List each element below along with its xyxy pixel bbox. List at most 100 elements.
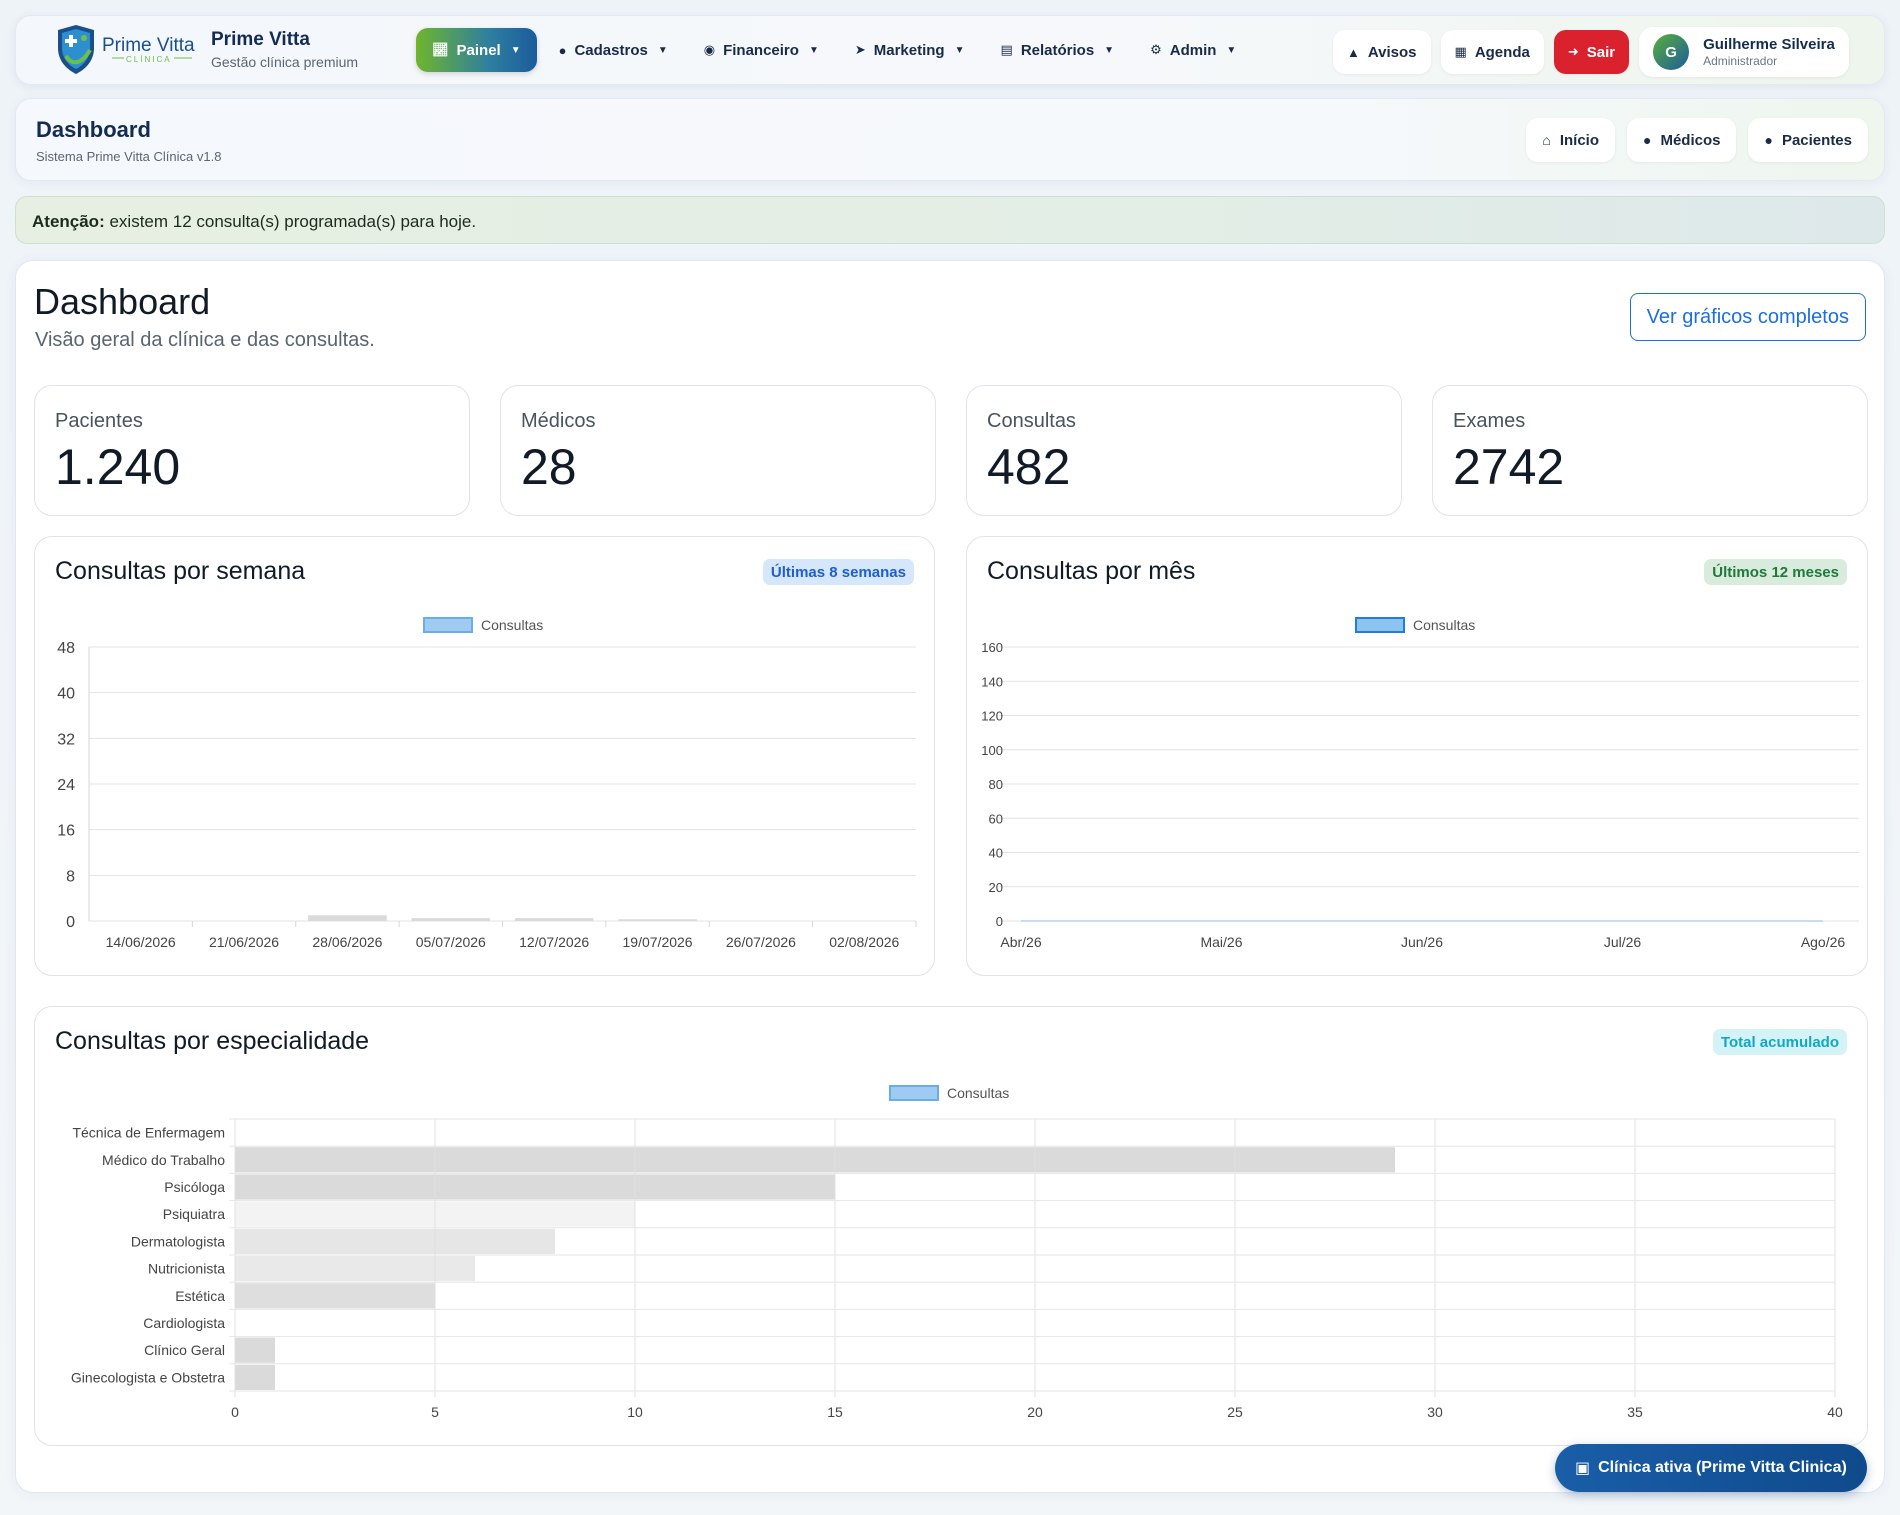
brand-logo[interactable]: Prime Vitta CLÍNICA	[52, 22, 202, 78]
brand-name: Prime Vitta	[211, 29, 310, 50]
stat-card-exames: Exames 2742	[1432, 385, 1868, 516]
nav-financeiro[interactable]: ◉ Financeiro ▼	[690, 28, 833, 72]
nav-cadastros[interactable]: ● Cadastros ▼	[545, 28, 682, 72]
link-inicio[interactable]: ⌂ Início	[1526, 118, 1615, 162]
bar	[235, 1147, 1395, 1173]
file-icon: ▤	[1000, 42, 1013, 57]
logout-button[interactable]: ➜ Sair	[1553, 30, 1630, 74]
nav-painel[interactable]: 📈︎ Painel ▼	[416, 28, 537, 72]
avatar: G	[1653, 34, 1690, 70]
shield-logo-icon: Prime Vitta CLÍNICA	[58, 25, 195, 74]
bar	[235, 1364, 275, 1390]
x-tick-label: 35	[1627, 1404, 1643, 1420]
bar	[411, 918, 491, 921]
nav-label: Financeiro	[723, 41, 799, 59]
x-tick-label: 40	[1827, 1404, 1843, 1420]
link-pacientes[interactable]: ● Pacientes	[1748, 118, 1868, 162]
active-clinic-button[interactable]: ▣ Clínica ativa (Prime Vitta Clinica)	[1555, 1444, 1867, 1492]
monthly-chart-svg: 0 20 40 60 80 100 120 140 160 Abr/26 Mai/26 Jun/26 J…	[981, 640, 1859, 950]
stat-label: Exames	[1453, 410, 1526, 432]
stat-card-pacientes: Pacientes 1.240	[34, 385, 470, 516]
link-medicos[interactable]: ● Médicos	[1627, 118, 1737, 162]
bar	[308, 915, 387, 921]
y-tick-label: 40	[989, 846, 1003, 861]
bar	[235, 1337, 275, 1363]
x-tick-label: 0	[231, 1404, 239, 1420]
y-tick-label: 8	[66, 868, 75, 885]
specialty-chart-svg: 0 5 10 15 20 25 30 35 40 Técnica de Enfermagem Méd…	[71, 1118, 1843, 1420]
y-tick-label: 160	[981, 640, 1003, 655]
x-tick-label: 28/06/2026	[312, 934, 382, 950]
x-tick-label: 26/07/2026	[726, 934, 796, 950]
logout-label: Sair	[1586, 43, 1616, 61]
y-tick-label: 24	[57, 777, 75, 794]
y-tick-label: Médico do Trabalho	[102, 1152, 225, 1168]
chart-line-icon: 📈︎	[432, 42, 449, 57]
y-tick-label: 0	[66, 914, 75, 931]
y-tick-label: 48	[57, 640, 75, 657]
brand-tagline: Gestão clínica premium	[211, 54, 359, 70]
x-tick-label: 30	[1427, 1404, 1443, 1420]
link-label: Pacientes	[1781, 131, 1852, 149]
y-tick-label: 40	[57, 686, 75, 703]
money-bag-icon: ◉	[703, 42, 716, 57]
nav-label: Cadastros	[574, 41, 648, 59]
nav-admin[interactable]: ⚙ Admin ▼	[1136, 28, 1250, 72]
y-tick-label: 100	[981, 743, 1003, 758]
full-charts-button[interactable]: Ver gráficos completos	[1629, 293, 1866, 341]
stat-label: Pacientes	[55, 410, 143, 432]
alert-text: existem 12 consulta(s) programada(s) par…	[104, 212, 477, 231]
chevron-down-icon: ▼	[510, 44, 521, 56]
stat-value: 2742	[1453, 439, 1565, 495]
x-tick-label: 12/07/2026	[519, 934, 589, 950]
brand-logo-text: Prime Vitta	[102, 35, 195, 56]
user-injured-icon: ●	[1764, 132, 1773, 148]
brand[interactable]: Prime Vitta CLÍNICA	[52, 22, 202, 78]
nav-label: Marketing	[873, 41, 945, 59]
x-tick-label: 5	[431, 1404, 439, 1420]
stat-value: 1.240	[55, 439, 181, 495]
bar	[235, 1174, 835, 1200]
agenda-button[interactable]: ▦ Agenda	[1440, 30, 1544, 74]
y-tick-label: Ginecologista e Obstetra	[71, 1369, 225, 1385]
x-tick-label: 19/07/2026	[623, 934, 693, 950]
y-tick-label: 16	[57, 823, 75, 840]
nav-right: ▲ Avisos ▦ Agenda ➜ Sair G Guilherme Sil…	[1333, 27, 1849, 77]
user-menu[interactable]: G Guilherme Silveira Administrador	[1639, 27, 1849, 77]
stat-label: Consultas	[987, 410, 1076, 432]
hospital-icon: ▣	[1575, 1460, 1591, 1477]
stat-card-consultas: Consultas 482	[966, 385, 1402, 516]
x-tick-label: 20	[1027, 1404, 1043, 1420]
user-icon: ●	[558, 42, 567, 58]
y-tick-label: 140	[981, 674, 1003, 689]
y-tick-label: Estética	[175, 1288, 225, 1304]
brand-text: Prime Vitta Gestão clínica premium	[211, 29, 358, 70]
nav-relatorios[interactable]: ▤ Relatórios ▼	[987, 28, 1129, 72]
weekly-chart-panel: Consultas por semana Últimas 8 semanas C…	[34, 536, 935, 976]
alert-strong: Atenção:	[32, 212, 105, 231]
user-name: Guilherme Silveira	[1703, 36, 1835, 53]
y-tick-label: Dermatologista	[131, 1233, 225, 1249]
bar	[514, 918, 594, 921]
y-tick-label: 80	[989, 777, 1003, 792]
x-tick-label: Mai/26	[1200, 934, 1242, 950]
x-tick-label: Jun/26	[1401, 934, 1443, 950]
x-tick-label: 21/06/2026	[209, 934, 279, 950]
nav-marketing[interactable]: ➤ Marketing ▼	[841, 28, 979, 72]
agenda-label: Agenda	[1474, 43, 1530, 61]
y-tick-label: Psiquiatra	[163, 1206, 225, 1222]
nav-label: Relatórios	[1020, 41, 1095, 59]
dashboard-subtitle: Visão geral da clínica e das consultas.	[35, 329, 375, 351]
chevron-down-icon: ▼	[954, 44, 965, 56]
avisos-button[interactable]: ▲ Avisos	[1333, 30, 1431, 74]
link-label: Início	[1559, 131, 1599, 149]
rocket-icon: ➤	[854, 42, 866, 57]
y-tick-label: 120	[981, 709, 1003, 724]
y-tick-label: Nutricionista	[148, 1261, 225, 1277]
stat-value: 482	[987, 439, 1071, 495]
x-tick-label: 25	[1227, 1404, 1243, 1420]
bar	[618, 919, 697, 921]
x-tick-label: 02/08/2026	[829, 934, 899, 950]
chevron-down-icon: ▼	[1226, 44, 1237, 56]
brand-logo-sub: CLÍNICA	[126, 55, 172, 64]
